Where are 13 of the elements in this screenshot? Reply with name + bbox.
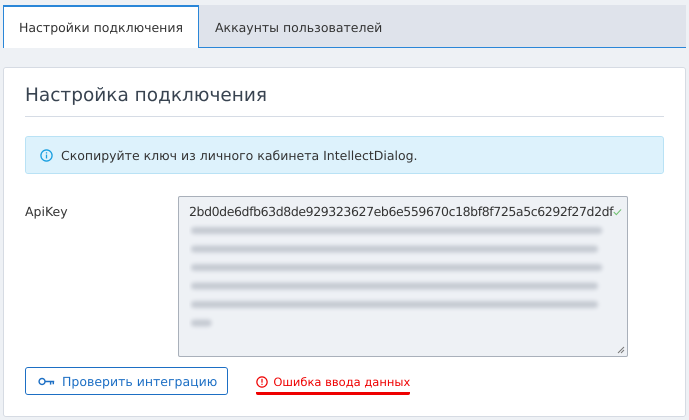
key-icon xyxy=(38,376,56,386)
field-value: 2bd0de6dfb63d8de929323627eb6e559670c18bf8f725a5c6292f27d2df xyxy=(189,204,614,219)
tab[interactable]: Аккаунты пользователей xyxy=(198,5,398,48)
info-icon xyxy=(40,148,53,162)
panel-title: Настройка подключения xyxy=(25,84,268,108)
error-icon xyxy=(256,376,268,388)
tab[interactable]: Настройки подключения xyxy=(3,5,199,48)
resize-grip-icon[interactable] xyxy=(617,346,625,354)
alert-text: Скопируйте ключ из личного кабинета IntellectDialog. xyxy=(61,148,418,162)
api-key-field[interactable]: 2bd0de6dfb63d8de929323627eb6e559670c18bf8f725a5c6292f27d2df xyxy=(178,196,628,357)
check-integration-button[interactable]: Проверить интеграцию xyxy=(25,367,228,395)
error-message: Ошибка ввода данных xyxy=(256,375,410,395)
field-label: ApiKey xyxy=(25,203,69,219)
